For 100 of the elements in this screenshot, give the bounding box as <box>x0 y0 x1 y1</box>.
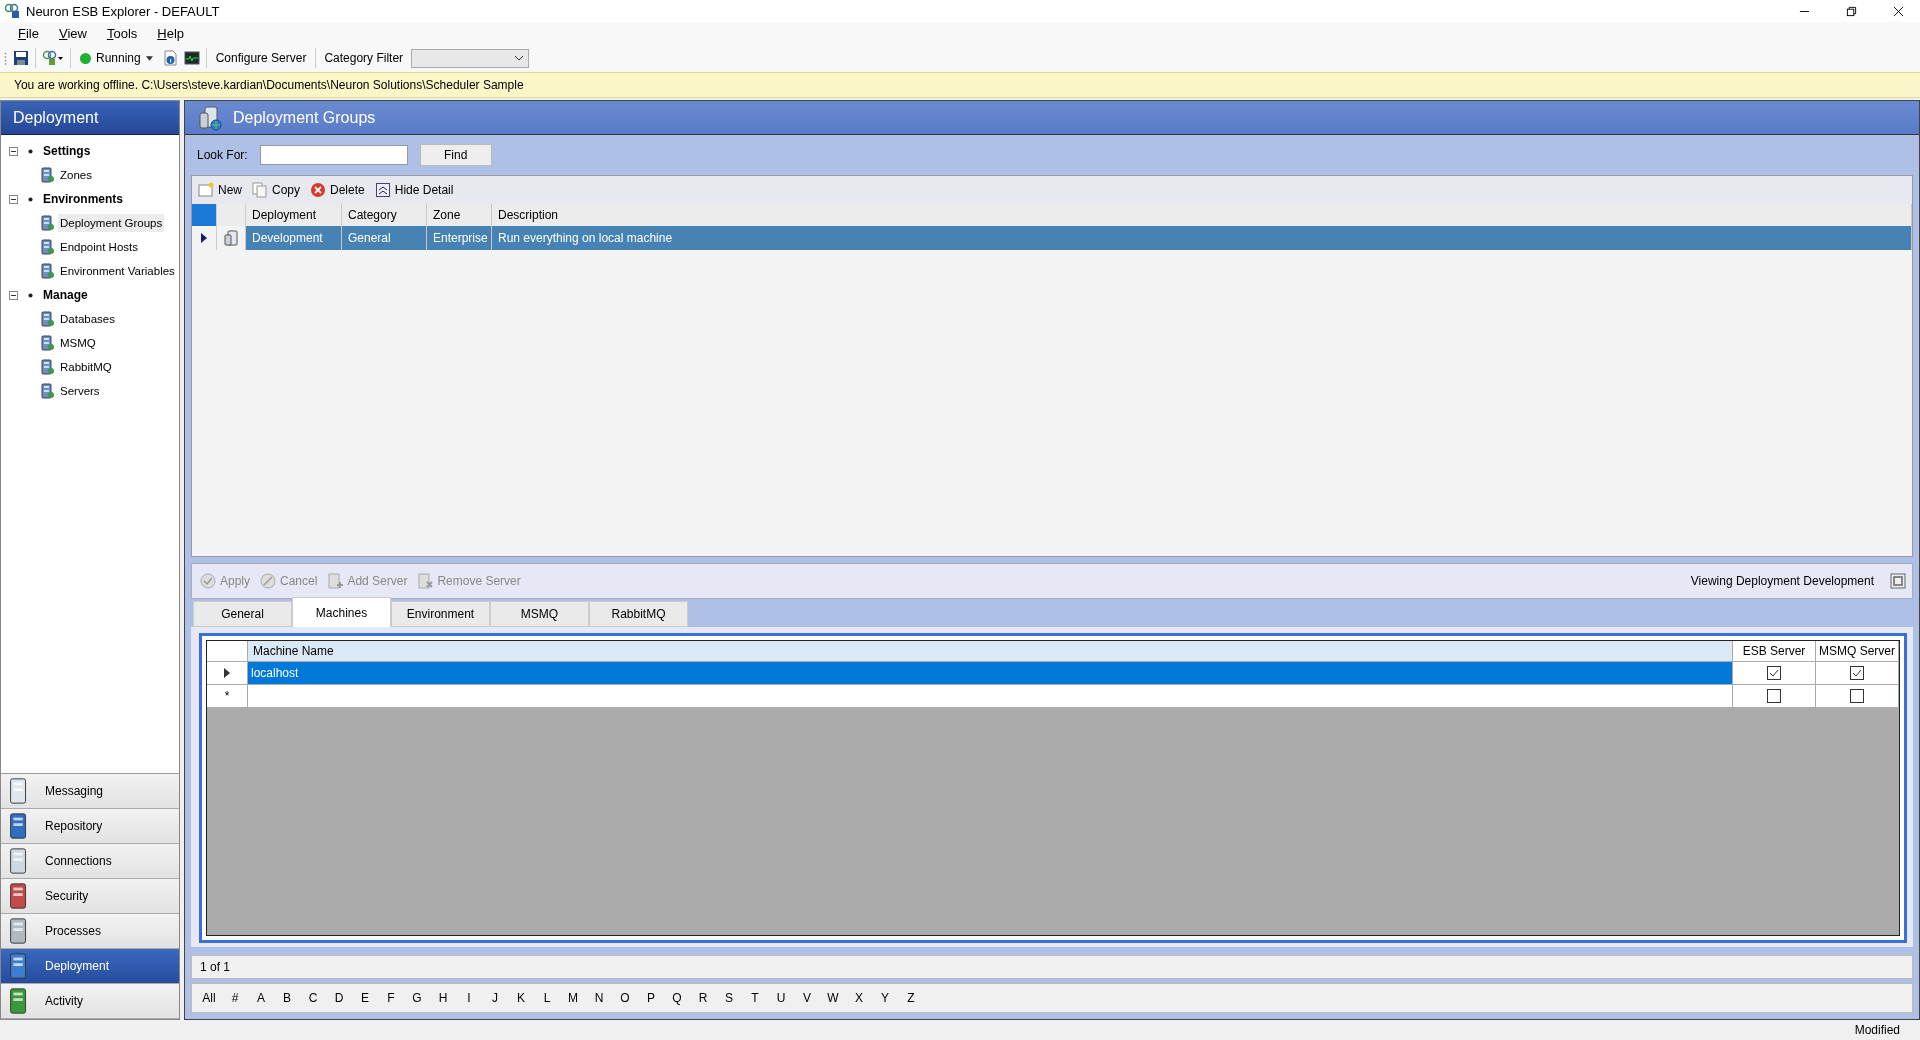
tab[interactable]: RabbitMQ <box>589 601 688 627</box>
letter-filter-link[interactable]: B <box>274 991 300 1005</box>
tree-item[interactable]: Zones <box>58 166 94 184</box>
collapse-toggle-icon[interactable] <box>9 194 18 204</box>
toolbar-button[interactable]: Delete <box>308 182 367 198</box>
nav-button[interactable]: Processes <box>1 914 179 949</box>
tree-item[interactable]: RabbitMQ <box>58 358 114 376</box>
letter-filter-link[interactable]: U <box>768 991 794 1005</box>
checkbox[interactable] <box>1850 689 1864 703</box>
tree-item[interactable]: Servers <box>58 382 102 400</box>
action-icon <box>327 573 344 589</box>
letter-filter-link[interactable]: V <box>794 991 820 1005</box>
letter-filter-link[interactable]: X <box>846 991 872 1005</box>
letter-filter-link[interactable]: G <box>404 991 430 1005</box>
letter-filter-link[interactable]: J <box>482 991 508 1005</box>
close-icon[interactable] <box>1893 5 1904 17</box>
server-icon <box>39 239 55 255</box>
column-header[interactable]: MSMQ Server <box>1816 641 1899 661</box>
letter-filter-link[interactable]: F <box>378 991 404 1005</box>
nav-button[interactable]: Deployment <box>1 949 179 984</box>
letter-filter-link[interactable]: All <box>196 991 222 1005</box>
letter-filter-link[interactable]: # <box>222 991 248 1005</box>
nav-button[interactable]: Connections <box>1 844 179 879</box>
checkbox[interactable] <box>1767 689 1781 703</box>
tree-group-label[interactable]: Manage <box>43 288 88 302</box>
letter-filter-link[interactable]: Z <box>898 991 924 1005</box>
collapse-toggle-icon[interactable] <box>9 290 18 300</box>
checkbox[interactable] <box>1767 666 1781 680</box>
menu-item[interactable]: Help <box>149 25 193 41</box>
nav-button[interactable]: Repository <box>1 809 179 844</box>
tree-item[interactable]: Databases <box>58 310 117 328</box>
menu-item[interactable]: View <box>50 25 95 41</box>
letter-filter-link[interactable]: D <box>326 991 352 1005</box>
column-header[interactable]: Machine Name <box>248 641 1733 661</box>
action-icon <box>200 573 216 589</box>
letter-filter-link[interactable]: Q <box>664 991 690 1005</box>
letter-filter-link[interactable]: I <box>456 991 482 1005</box>
viewing-label: Viewing Deployment Development <box>1690 574 1875 588</box>
letter-filter-link[interactable]: L <box>534 991 560 1005</box>
panel-title: Deployment Groups <box>233 108 376 127</box>
tree-group-label[interactable]: Settings <box>43 144 91 158</box>
tree-item[interactable]: Environment Variables <box>58 262 177 280</box>
letter-filter-link[interactable]: C <box>300 991 326 1005</box>
network-icon[interactable] <box>42 50 64 66</box>
letter-filter-link[interactable]: T <box>742 991 768 1005</box>
toolbar-button[interactable]: New <box>196 182 244 198</box>
restore-icon[interactable] <box>1846 5 1857 17</box>
grip-icon <box>4 50 7 66</box>
table-cell: Run everything on local machine <box>492 226 1912 250</box>
letter-filter-link[interactable]: O <box>612 991 638 1005</box>
column-header[interactable]: ESB Server <box>1733 641 1816 661</box>
letter-filter-link[interactable]: P <box>638 991 664 1005</box>
server-group-icon <box>197 104 223 131</box>
info-icon[interactable] <box>161 50 178 66</box>
check-icon <box>1768 667 1780 679</box>
nav-button[interactable]: Messaging <box>1 774 179 809</box>
sidebar-header: Deployment <box>1 101 179 135</box>
server-icon <box>39 215 55 231</box>
letter-filter-link[interactable]: K <box>508 991 534 1005</box>
tab[interactable]: Machines <box>292 597 391 627</box>
checkbox[interactable] <box>1850 666 1864 680</box>
maximize-icon[interactable] <box>1890 573 1906 589</box>
bullet-icon <box>28 292 33 298</box>
tab[interactable]: General <box>193 601 292 627</box>
select-all-cell[interactable] <box>192 204 217 226</box>
letter-filter-link[interactable]: N <box>586 991 612 1005</box>
collapse-toggle-icon[interactable] <box>9 146 18 156</box>
menu-item[interactable]: File <box>10 25 47 41</box>
letter-filter-link[interactable]: S <box>716 991 742 1005</box>
nav-button[interactable]: Security <box>1 879 179 914</box>
server-icon <box>39 335 55 351</box>
tree-group-label[interactable]: Environments <box>43 192 123 206</box>
caret-icon <box>145 55 153 61</box>
table-cell: General <box>342 226 427 250</box>
letter-filter-link[interactable]: R <box>690 991 716 1005</box>
tab[interactable]: Environment <box>391 601 490 627</box>
chevron-down-icon <box>514 55 525 61</box>
row-header-cell[interactable] <box>192 226 217 250</box>
toolbar-button[interactable]: Hide Detail <box>372 182 456 198</box>
save-icon[interactable] <box>13 50 29 66</box>
menu-item[interactable]: Tools <box>98 25 146 41</box>
tab[interactable]: MSMQ <box>490 601 589 627</box>
letter-filter-link[interactable]: W <box>820 991 846 1005</box>
letter-filter-link[interactable]: A <box>248 991 274 1005</box>
tree-item[interactable]: Deployment Groups <box>58 214 165 232</box>
status-dropdown[interactable]: Running <box>77 51 156 65</box>
tree-item[interactable]: MSMQ <box>58 334 98 352</box>
monitor-icon[interactable] <box>183 50 200 66</box>
action-icon <box>252 182 268 198</box>
tree-item[interactable]: Endpoint Hosts <box>58 238 140 256</box>
configure-server-button[interactable]: Configure Server <box>212 51 310 65</box>
letter-filter-link[interactable]: E <box>352 991 378 1005</box>
find-button[interactable]: Find <box>419 144 492 166</box>
letter-filter-link[interactable]: Y <box>872 991 898 1005</box>
toolbar-button[interactable]: Copy <box>250 182 303 198</box>
action-icon <box>198 182 214 198</box>
look-for-field[interactable] <box>259 145 408 165</box>
nav-button[interactable]: Activity <box>1 984 179 1019</box>
letter-filter-link[interactable]: H <box>430 991 456 1005</box>
letter-filter-link[interactable]: M <box>560 991 586 1005</box>
